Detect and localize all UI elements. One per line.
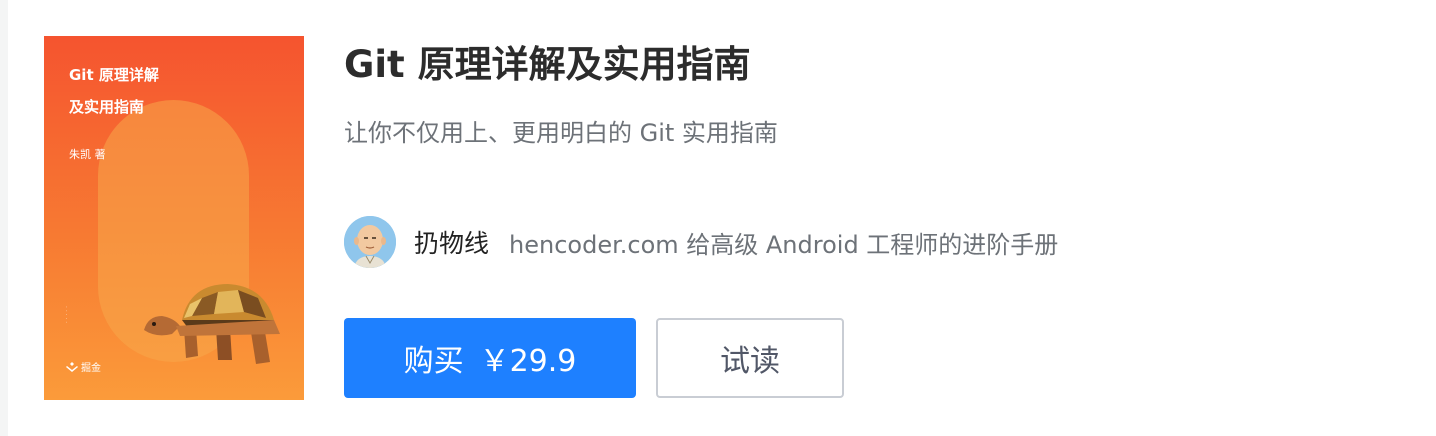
author-row: 扔物线 hencoder.com 给高级 Android 工程师的进阶手册 — [344, 216, 1058, 268]
author-name[interactable]: 扔物线 — [414, 224, 489, 260]
publisher-name: 掘金 — [81, 363, 101, 374]
book-description: 让你不仅用上、更用明白的 Git 实用指南 — [344, 119, 778, 147]
buy-label: 购买 — [403, 344, 464, 379]
publisher-logo: 掘金 — [66, 359, 101, 374]
buy-button[interactable]: 购买 ￥29.9 — [344, 318, 636, 398]
price-label: ￥29.9 — [479, 344, 577, 379]
book-cover[interactable]: Git 原理详解 及实用指南 朱凯 著 · · · · · 掘金 — [44, 36, 304, 400]
cover-side-text: · · · · · — [62, 306, 69, 324]
trial-read-button[interactable]: 试读 — [656, 318, 844, 398]
turtle-illustration — [144, 284, 280, 364]
cover-title-line2: 及实用指南 — [69, 98, 145, 116]
cover-author: 朱凯 著 — [69, 148, 106, 161]
monk-avatar-icon[interactable] — [344, 216, 396, 268]
juejin-logo-icon — [66, 361, 78, 372]
book-card: Git 原理详解 及实用指南 朱凯 著 · · · · · 掘金 Git 原理详… — [0, 0, 1436, 436]
author-bio: hencoder.com 给高级 Android 工程师的进阶手册 — [509, 230, 1059, 259]
trial-label: 试读 — [720, 344, 780, 379]
book-title[interactable]: Git 原理详解及实用指南 — [344, 40, 751, 90]
cover-title-line1: Git 原理详解 — [69, 66, 159, 84]
